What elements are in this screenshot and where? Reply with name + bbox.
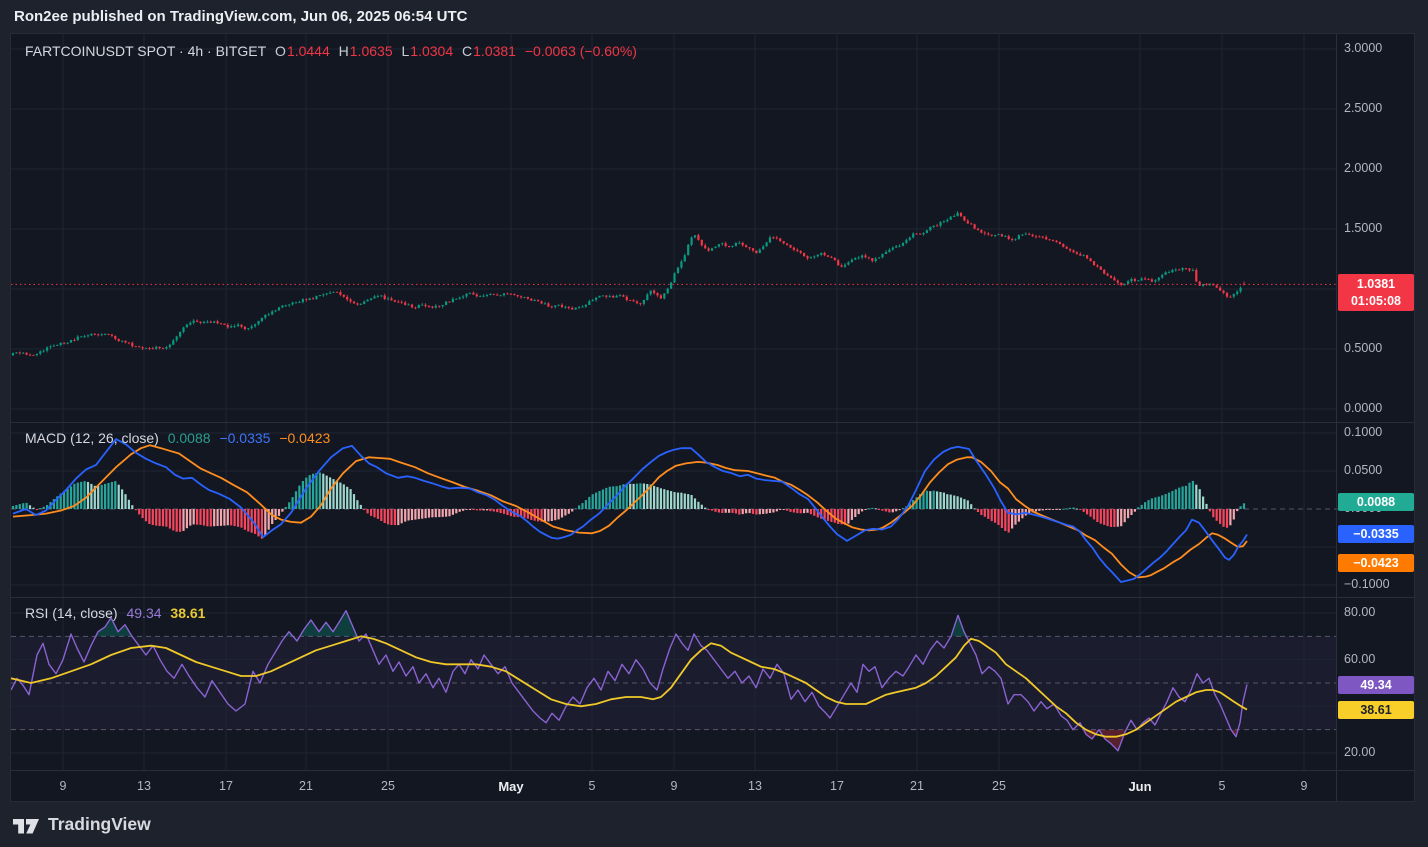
price-axis-label: 2.5000 [1344, 101, 1382, 115]
low-value: 1.0304 [410, 43, 453, 59]
open-value: 1.0444 [287, 43, 330, 59]
rsi-axis-label: 20.00 [1344, 745, 1375, 759]
change-value: −0.0063 (−0.60%) [525, 43, 637, 59]
price-axis-label: 3.0000 [1344, 41, 1382, 55]
close-label: C [462, 43, 472, 59]
time-axis-label: 5 [1219, 779, 1226, 793]
rsi-badge: 49.34 [1338, 676, 1414, 694]
price-axis-label: 0.0000 [1344, 401, 1382, 415]
price-axis-label: 2.0000 [1344, 161, 1382, 175]
time-axis-label: 9 [60, 779, 67, 793]
symbol-title: FARTCOINUSDT SPOT · 4h · BITGET [25, 43, 266, 59]
open-label: O [275, 43, 286, 59]
rsi-axis-label: 80.00 [1344, 605, 1375, 619]
candles-layer [12, 211, 1245, 356]
time-axis-label: 9 [671, 779, 678, 793]
time-axis-label: 5 [589, 779, 596, 793]
time-axis-label: 25 [381, 779, 395, 793]
macd-axis-label: −0.1000 [1344, 577, 1390, 591]
macd-hist-badge: 0.0088 [1338, 493, 1414, 511]
rsi-ma-badge: 38.61 [1338, 701, 1414, 719]
rsi-title: RSI (14, close) [25, 605, 118, 621]
rsi-ma-value: 38.61 [170, 605, 205, 621]
header-text: Ron2ee published on TradingView.com, Jun… [14, 8, 467, 25]
time-axis-label: Jun [1128, 779, 1151, 794]
page: { "header": { "text": "Ron2ee published … [0, 0, 1428, 847]
rsi-legend: RSI (14, close) 49.34 38.61 [25, 605, 210, 621]
chart-canvas[interactable] [11, 34, 1414, 801]
tradingview-logo-text: TradingView [48, 814, 151, 835]
tradingview-logo[interactable]: TradingView [13, 814, 151, 835]
time-axis-label: 21 [910, 779, 924, 793]
time-axis-label: 9 [1301, 779, 1308, 793]
time-axis-label: 25 [992, 779, 1006, 793]
macd-line-value: −0.0335 [219, 430, 270, 446]
macd-signal-value: −0.0423 [279, 430, 330, 446]
grid-lines [11, 34, 1336, 770]
macd-axis-label: 0.1000 [1344, 425, 1382, 439]
high-label: H [339, 43, 349, 59]
price-axis-label: 0.5000 [1344, 341, 1382, 355]
last-price-badge: 1.0381 01:05:08 [1338, 274, 1414, 311]
macd-title: MACD (12, 26, close) [25, 430, 159, 446]
price-legend: FARTCOINUSDT SPOT · 4h · BITGET O1.0444 … [25, 43, 642, 59]
header-bar: Ron2ee published on TradingView.com, Jun… [0, 0, 1428, 33]
rsi-value: 49.34 [126, 605, 161, 621]
rsi-axis-label: 60.00 [1344, 652, 1375, 666]
time-axis-label: 17 [219, 779, 233, 793]
tradingview-logo-icon [13, 815, 40, 835]
price-axis-label: 1.5000 [1344, 221, 1382, 235]
macd-axis-label: 0.0500 [1344, 463, 1382, 477]
macd-line-badge: −0.0335 [1338, 525, 1414, 543]
time-axis-label: May [498, 779, 523, 794]
time-axis-label: 13 [748, 779, 762, 793]
low-label: L [402, 43, 410, 59]
macd-signal-badge: −0.0423 [1338, 554, 1414, 572]
time-axis-label: 17 [830, 779, 844, 793]
close-value: 1.0381 [473, 43, 516, 59]
macd-hist-value: 0.0088 [168, 430, 211, 446]
bar-countdown: 01:05:08 [1338, 293, 1414, 310]
last-price-value: 1.0381 [1338, 276, 1414, 293]
time-axis-label: 21 [299, 779, 313, 793]
macd-legend: MACD (12, 26, close) 0.0088 −0.0335 −0.0… [25, 430, 335, 446]
footer-bar: TradingView [0, 802, 1428, 847]
time-axis-label: 13 [137, 779, 151, 793]
high-value: 1.0635 [350, 43, 393, 59]
chart-container[interactable]: FARTCOINUSDT SPOT · 4h · BITGET O1.0444 … [10, 33, 1415, 802]
